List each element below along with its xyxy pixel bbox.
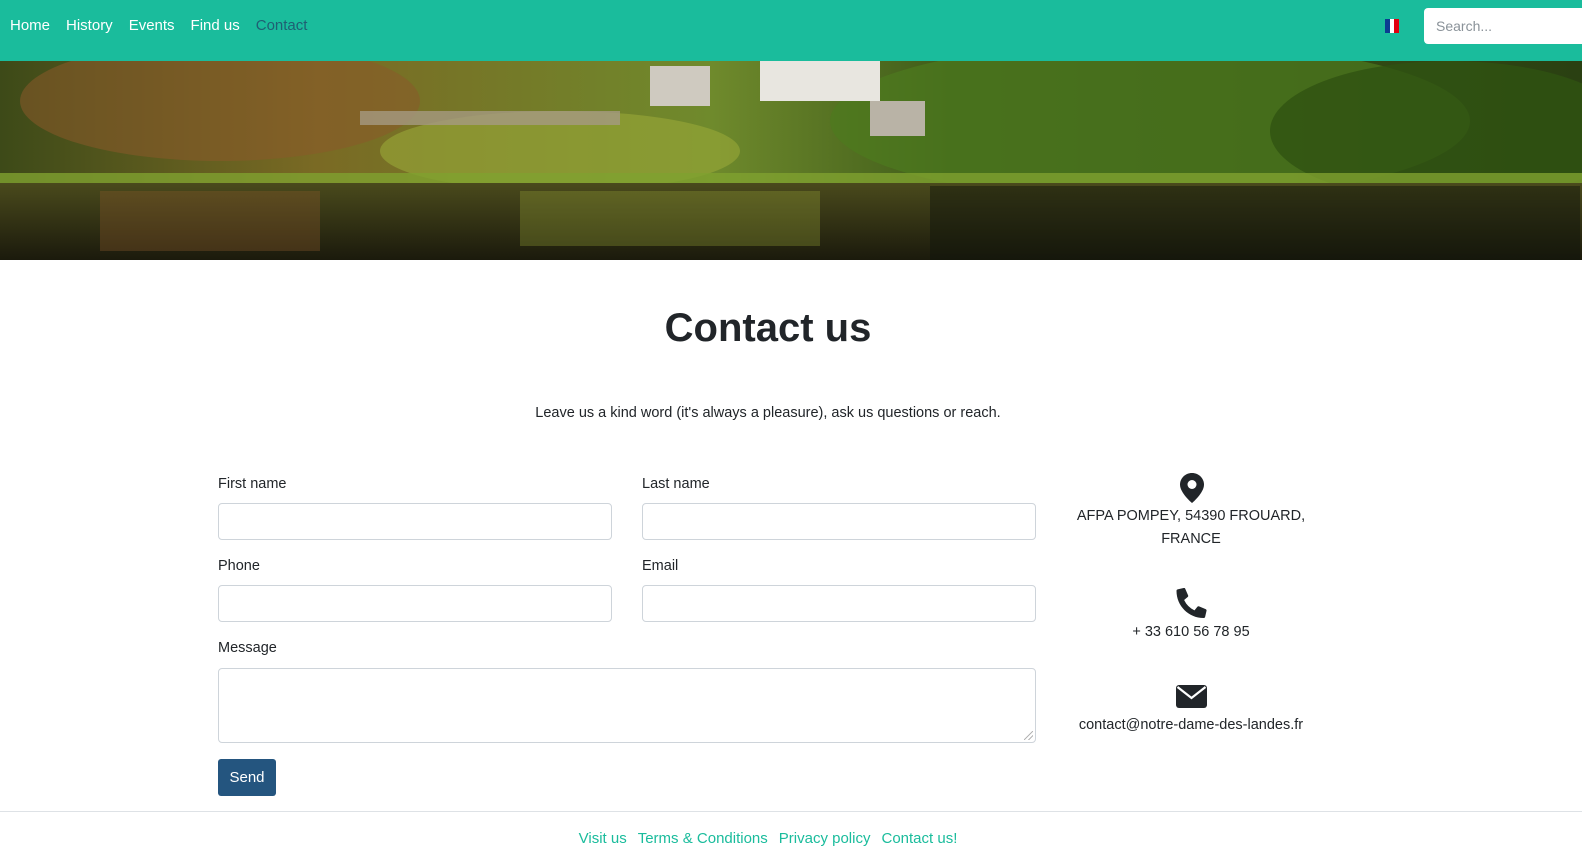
nav-links: Home History Events Find us Contact <box>10 17 307 35</box>
footer-link-terms[interactable]: Terms & Conditions <box>638 830 768 847</box>
flag-france-icon[interactable] <box>1385 19 1400 33</box>
address-line-1: AFPA POMPEY, 54390 FROUARD, <box>1076 508 1306 524</box>
page-title: Contact us <box>664 306 872 350</box>
top-navbar: Home History Events Find us Contact <box>0 0 1582 61</box>
send-button[interactable]: Send <box>218 759 276 796</box>
search-input[interactable] <box>1424 8 1582 44</box>
phone-icon <box>1176 588 1207 618</box>
contact-phone: + 33 610 56 78 95 <box>1132 624 1250 640</box>
email-field[interactable] <box>642 585 1036 622</box>
first-name-field[interactable] <box>218 503 612 540</box>
address-line-2: FRANCE <box>1161 531 1221 547</box>
phone-field[interactable] <box>218 585 612 622</box>
nav-link-home[interactable]: Home <box>10 17 50 35</box>
nav-link-history[interactable]: History <box>66 17 113 35</box>
footer-links: Visit us Terms & Conditions Privacy poli… <box>0 830 1536 847</box>
footer-link-privacy[interactable]: Privacy policy <box>779 830 871 847</box>
contact-email: contact@notre-dame-des-landes.fr <box>1078 717 1304 733</box>
footer-divider <box>0 811 1582 812</box>
page-subtitle: Leave us a kind word (it's always a plea… <box>535 405 1001 421</box>
nav-link-events[interactable]: Events <box>129 17 175 35</box>
nav-link-find-us[interactable]: Find us <box>191 17 240 35</box>
resize-grip-icon[interactable] <box>1024 731 1033 740</box>
message-textarea[interactable] <box>218 668 1036 743</box>
email-label: Email <box>642 558 679 574</box>
footer-link-contact-us[interactable]: Contact us! <box>881 830 957 847</box>
last-name-label: Last name <box>642 476 710 492</box>
phone-label: Phone <box>218 558 260 574</box>
footer-link-visit-us[interactable]: Visit us <box>579 830 627 847</box>
message-label: Message <box>218 640 277 656</box>
last-name-field[interactable] <box>642 503 1036 540</box>
map-pin-icon <box>1180 473 1204 503</box>
hero-banner-image <box>0 61 1582 260</box>
contact-address: AFPA POMPEY, 54390 FROUARD, FRANCE <box>1070 505 1312 551</box>
nav-link-contact[interactable]: Contact <box>256 17 308 35</box>
envelope-icon <box>1176 685 1207 708</box>
first-name-label: First name <box>218 476 287 492</box>
